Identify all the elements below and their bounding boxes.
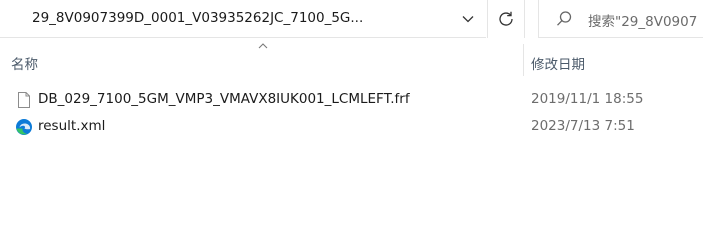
refresh-button[interactable] [487,0,525,38]
edge-browser-icon [16,119,32,135]
column-header-date-modified[interactable]: 修改日期 [531,53,585,73]
file-date: 2023/7/13 7:51 [531,118,635,134]
address-path[interactable]: 29_8V0907399D_0001_V03935262JC_7100_5G..… [32,10,363,26]
document-icon [18,92,30,108]
file-date: 2019/11/1 18:55 [531,91,644,107]
file-name[interactable]: DB_029_7100_5GM_VMP3_VMAVX8IUK001_LCMLEF… [38,91,410,107]
file-row[interactable]: result.xml 2023/7/13 7:51 [0,114,703,140]
column-header-name[interactable]: 名称 [11,53,38,73]
sort-ascending-icon [258,43,268,49]
refresh-icon [499,11,513,26]
search-placeholder: 搜索"29_8V0907 [588,14,698,30]
search-input[interactable]: 搜索"29_8V0907 [538,0,703,38]
file-row[interactable]: DB_029_7100_5GM_VMP3_VMAVX8IUK001_LCMLEF… [0,87,703,113]
column-divider[interactable] [523,44,524,76]
search-icon [557,11,572,26]
address-bar[interactable]: 29_8V0907399D_0001_V03935262JC_7100_5G..… [0,0,486,38]
file-name[interactable]: result.xml [38,118,105,134]
chevron-down-icon [462,16,474,23]
address-dropdown-button[interactable] [455,6,481,32]
